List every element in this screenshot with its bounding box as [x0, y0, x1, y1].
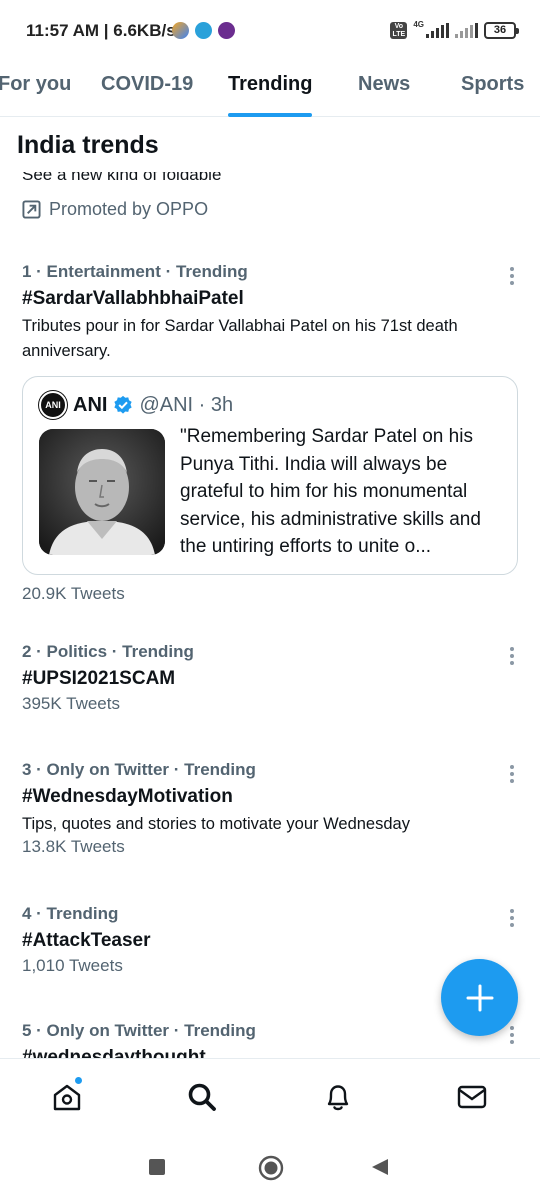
compose-tweet-button[interactable]	[441, 959, 518, 1036]
trend-meta: 4 · Trending	[22, 904, 119, 923]
promoted-icon	[22, 200, 41, 219]
more-options-icon[interactable]	[502, 266, 522, 286]
status-bar: 11:57 AM | 6.6KB/s Vo LTE 4G 36	[0, 0, 540, 60]
tweet-author: ANI ANI @ANI · 3h	[39, 391, 233, 419]
plus-icon	[466, 984, 493, 1011]
trend-meta: 5 · Only on Twitter · Trending	[22, 1021, 256, 1040]
trend-meta: 3 · Only on Twitter · Trending	[22, 760, 256, 779]
trend-name: #AttackTeaser	[22, 930, 151, 951]
author-handle-time: @ANI · 3h	[139, 393, 234, 416]
home-icon[interactable]	[51, 1081, 83, 1113]
section-title: India trends	[17, 131, 159, 159]
trend-name: #WednesdayMotivation	[22, 786, 233, 807]
active-tab-indicator	[228, 113, 312, 117]
back-icon[interactable]	[371, 1158, 389, 1181]
trend-item-3[interactable]: 3 · Only on Twitter · Trending #Wednesda…	[22, 760, 522, 857]
trend-1-count: 20.9K Tweets	[22, 584, 125, 603]
explore-tabs: For you COVID-19 Trending News Sports	[0, 60, 540, 117]
promoted-label: Promoted by OPPO	[22, 199, 208, 220]
promoted-trend-clipped[interactable]: See a new kind of foldable	[22, 172, 422, 186]
trend-name: #SardarVallabhbhaiPatel	[22, 288, 244, 309]
trend-description: Tributes pour in for Sardar Vallabhai Pa…	[22, 317, 458, 360]
verified-icon	[114, 395, 133, 414]
telegram-icon	[195, 22, 212, 39]
trend-description: Tips, quotes and stories to motivate you…	[22, 815, 410, 833]
trend-name: #UPSI2021SCAM	[22, 668, 176, 689]
tab-sports[interactable]: Sports	[461, 73, 524, 96]
recents-icon[interactable]	[149, 1159, 165, 1180]
trend-count: 1,010 Tweets	[22, 956, 123, 975]
messages-icon[interactable]	[456, 1081, 488, 1113]
tweet-image[interactable]	[39, 429, 165, 555]
battery-icon: 36	[484, 22, 519, 39]
tab-trending[interactable]: Trending	[228, 73, 312, 96]
more-options-icon[interactable]	[502, 908, 522, 928]
author-name: ANI	[73, 393, 108, 416]
notifications-icon[interactable]	[322, 1081, 354, 1113]
trend-item-4[interactable]: 4 · Trending #AttackTeaser 1,010 Tweets	[22, 904, 522, 976]
tab-news[interactable]: News	[358, 73, 410, 96]
volte-icon: Vo LTE	[390, 22, 408, 39]
trend-item-2[interactable]: 2 · Politics · Trending #UPSI2021SCAM 39…	[22, 642, 522, 714]
status-time: 11:57 AM | 6.6KB/s	[26, 21, 176, 40]
portrait-image	[39, 429, 165, 555]
more-options-icon[interactable]	[502, 1025, 522, 1045]
app-notification-icon	[172, 22, 189, 39]
more-options-icon[interactable]	[502, 646, 522, 666]
search-icon[interactable]	[186, 1081, 218, 1113]
trend-meta: 2 · Politics · Trending	[22, 642, 194, 661]
promoted-by-text: Promoted by OPPO	[49, 199, 209, 219]
network-type: 4G	[413, 20, 424, 29]
signal-icon	[426, 23, 449, 38]
trend-count: 395K Tweets	[22, 694, 120, 713]
system-status-icons: Vo LTE 4G 36	[390, 20, 519, 39]
trend-count: 13.8K Tweets	[22, 837, 125, 856]
more-options-icon[interactable]	[502, 764, 522, 784]
trend-item-1[interactable]: 1 · Entertainment · Trending #SardarVall…	[22, 262, 522, 364]
notification-icons	[172, 22, 235, 39]
home-circle-icon[interactable]	[258, 1155, 284, 1186]
home-notification-dot	[74, 1076, 83, 1085]
bottom-navigation	[0, 1058, 540, 1136]
promoted-description: See a new kind of foldable	[22, 172, 222, 184]
ani-avatar: ANI	[39, 391, 67, 419]
trend-meta: 1 · Entertainment · Trending	[22, 262, 248, 281]
tab-covid-19[interactable]: COVID-19	[101, 73, 193, 96]
tab-for-you[interactable]: For you	[0, 73, 71, 96]
system-navigation-bar	[0, 1136, 540, 1200]
bank-app-icon	[218, 22, 235, 39]
signal-icon-2	[455, 23, 478, 38]
tweet-text: "Remembering Sardar Patel on his Punya T…	[180, 426, 481, 557]
embedded-tweet-card[interactable]: ANI ANI @ANI · 3h "Remembering Sardar Pa…	[22, 376, 518, 575]
